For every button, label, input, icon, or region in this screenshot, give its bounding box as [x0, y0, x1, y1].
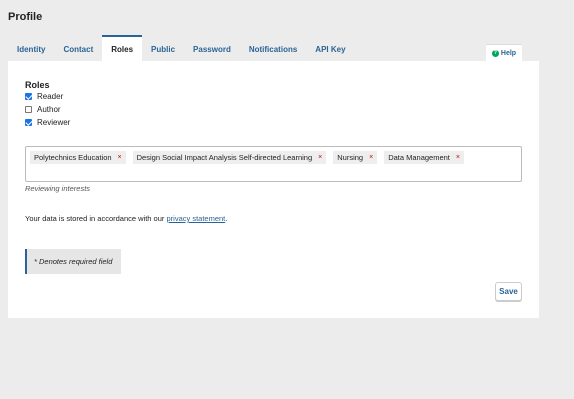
interest-tag-label: Data Management — [388, 153, 450, 162]
reviewer-checkbox[interactable] — [25, 119, 32, 126]
tab-roles[interactable]: Roles — [102, 35, 143, 61]
interest-tag-label: Polytechnics Education — [34, 153, 112, 162]
reader-label: Reader — [37, 92, 64, 101]
roles-heading: Roles — [25, 80, 50, 90]
page-title: Profile — [8, 11, 43, 23]
author-checkbox[interactable] — [25, 106, 32, 113]
help-button[interactable]: ? Help — [486, 44, 522, 61]
author-label: Author — [37, 105, 61, 114]
interest-tag-label: Design Social Impact Analysis Self-direc… — [136, 153, 313, 162]
reviewing-interests-label: Reviewing interests — [25, 184, 91, 193]
interest-tag: Design Social Impact Analysis Self-direc… — [132, 151, 327, 164]
tab-public[interactable]: Public — [142, 35, 184, 61]
profile-tabs: Identity Contact Roles Public Password N… — [8, 35, 355, 61]
privacy-notice: Your data is stored in accordance with o… — [25, 214, 227, 223]
role-author[interactable]: Author — [25, 105, 61, 114]
remove-tag-icon[interactable]: × — [456, 154, 460, 161]
help-circle-icon: ? — [491, 49, 499, 57]
interest-tag: Polytechnics Education × — [30, 151, 126, 164]
remove-tag-icon[interactable]: × — [369, 154, 373, 161]
remove-tag-icon[interactable]: × — [318, 154, 322, 161]
reader-checkbox[interactable] — [25, 93, 32, 100]
tab-password[interactable]: Password — [184, 35, 240, 61]
interest-tag-label: Nursing — [337, 153, 364, 162]
reviewing-interests-input[interactable]: Polytechnics Education × Design Social I… — [25, 146, 522, 182]
tab-contact[interactable]: Contact — [54, 35, 102, 61]
save-button[interactable]: Save — [495, 282, 522, 301]
privacy-prefix: Your data is stored in accordance with o… — [25, 214, 167, 223]
help-label: Help — [500, 49, 517, 57]
tab-notifications[interactable]: Notifications — [240, 35, 306, 61]
remove-tag-icon[interactable]: × — [118, 154, 122, 161]
role-reviewer[interactable]: Reviewer — [25, 118, 70, 127]
roles-panel: Roles Reader Author Reviewer Polytechnic… — [8, 61, 539, 318]
privacy-suffix: . — [225, 214, 228, 223]
tab-api-key[interactable]: API Key — [306, 35, 354, 61]
role-reader[interactable]: Reader — [25, 92, 63, 101]
interest-tag: Data Management × — [384, 151, 464, 164]
required-field-note: * Denotes required field — [25, 249, 121, 274]
tab-identity[interactable]: Identity — [8, 35, 54, 61]
reviewer-label: Reviewer — [37, 118, 71, 127]
interest-tag: Nursing × — [333, 151, 378, 164]
privacy-statement-link[interactable]: privacy statement — [166, 214, 225, 223]
